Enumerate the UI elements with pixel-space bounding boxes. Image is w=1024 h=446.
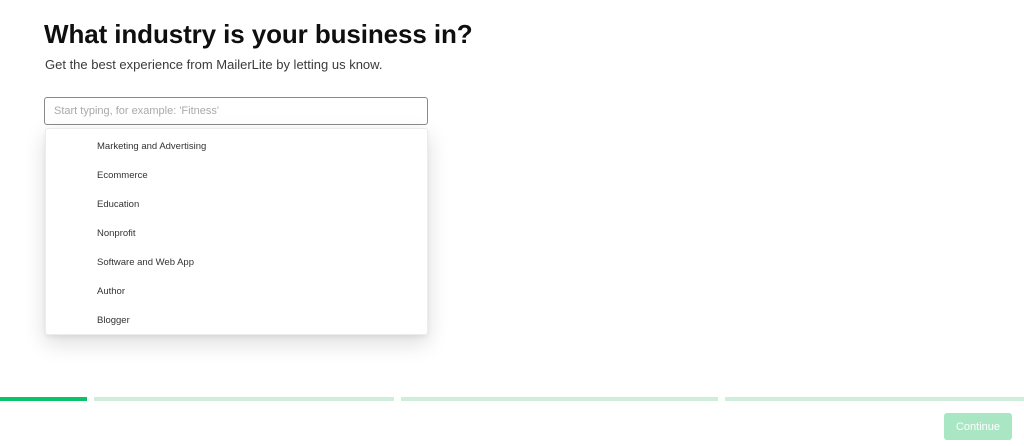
- page-title: What industry is your business in?: [44, 19, 473, 49]
- progress-step-1: [0, 397, 394, 401]
- onboarding-page: What industry is your business in? Get t…: [0, 0, 1024, 446]
- industry-option-software[interactable]: Software and Web App: [86, 248, 427, 277]
- step-progress-bar: [0, 397, 1024, 401]
- industry-dropdown: Marketing and Advertising Ecommerce Educ…: [45, 128, 428, 335]
- progress-step-1-fill: [0, 397, 87, 401]
- industry-option-education[interactable]: Education: [86, 190, 427, 219]
- progress-step-2: [401, 397, 718, 401]
- progress-step-1-gap: [87, 397, 94, 401]
- industry-search-input[interactable]: [44, 97, 428, 125]
- page-subtitle: Get the best experience from MailerLite …: [45, 57, 383, 72]
- industry-option-marketing[interactable]: Marketing and Advertising: [86, 132, 427, 161]
- industry-option-blogger[interactable]: Blogger: [86, 306, 427, 335]
- industry-option-nonprofit[interactable]: Nonprofit: [86, 219, 427, 248]
- industry-option-author[interactable]: Author: [86, 277, 427, 306]
- continue-button[interactable]: Continue: [944, 413, 1012, 440]
- industry-option-ecommerce[interactable]: Ecommerce: [86, 161, 427, 190]
- progress-step-3: [725, 397, 1024, 401]
